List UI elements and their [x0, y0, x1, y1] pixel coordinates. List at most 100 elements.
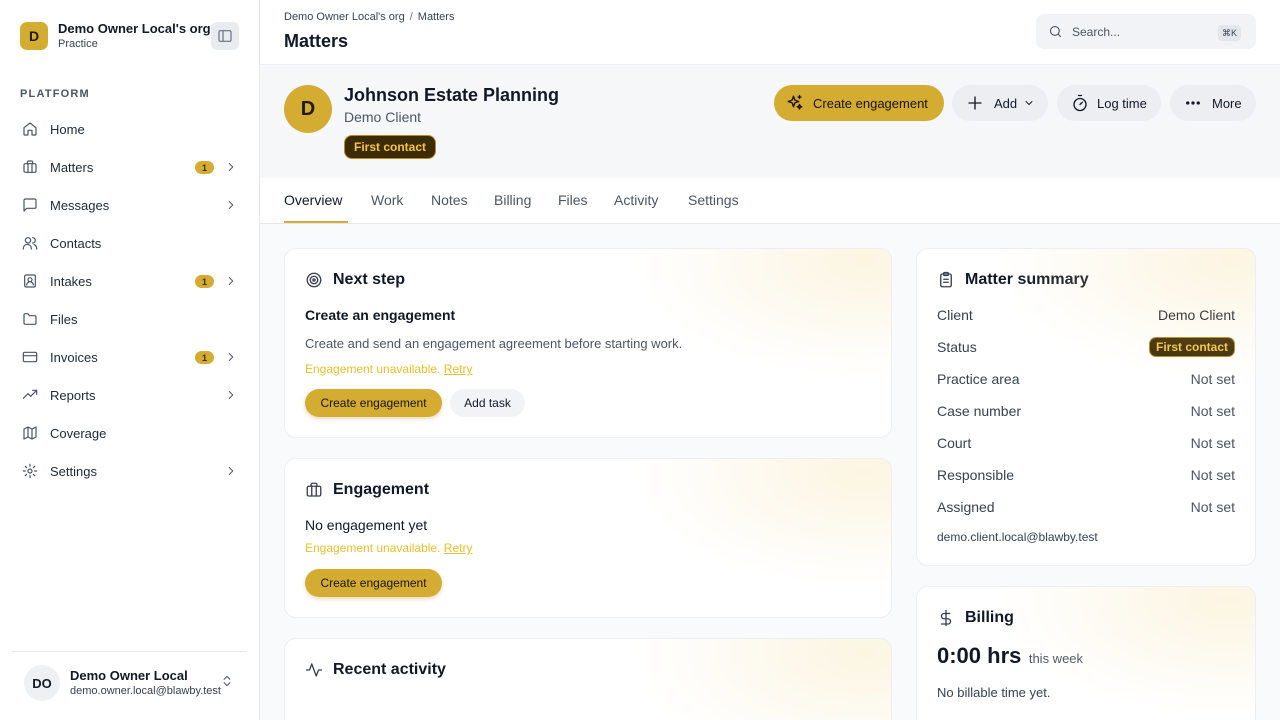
chevron-right-icon [228, 162, 234, 172]
sidebar-expand-toggle[interactable] [224, 464, 238, 478]
org-avatar: D [20, 22, 48, 50]
card-header: Engagement [305, 481, 429, 499]
folder-icon [23, 313, 37, 325]
tab-files[interactable]: Files [558, 192, 588, 208]
create-engagement-button[interactable]: Create engagement [305, 569, 442, 597]
sidebar-item-label: Messages [50, 197, 110, 213]
user-menu[interactable]: DO Demo Owner Local demo.owner.local@bla… [12, 651, 247, 720]
sidebar-item-home[interactable]: Home [12, 110, 248, 148]
sidebar-item-intakes[interactable]: Intakes 1 [12, 262, 248, 300]
sidebar-expand-toggle[interactable] [224, 198, 238, 212]
warning-text: Engagement unavailable. [305, 362, 441, 376]
gear-icon [22, 463, 38, 479]
breadcrumb-matters-link[interactable]: Matters [418, 11, 455, 23]
avatar: DO [24, 665, 60, 701]
billing-empty-state: No billable time yet. [937, 685, 1051, 700]
status-badge: First contact [1148, 337, 1235, 357]
tab-overview[interactable]: Overview [284, 192, 342, 208]
recent-activity-card: Recent activity [284, 638, 892, 720]
sidebar-item-reports[interactable]: Reports [12, 376, 248, 414]
add-button[interactable]: Add [952, 85, 1048, 121]
panel-left-icon [218, 30, 232, 42]
user-email: demo.owner.local@blawby.test [70, 685, 221, 697]
log-time-button[interactable]: Log time [1057, 85, 1161, 121]
more-button[interactable]: More [1170, 85, 1256, 121]
sidebar-expand-toggle[interactable] [224, 388, 238, 402]
summary-value: Not set [1190, 499, 1235, 515]
keyboard-shortcut-hint: ⌘K [1218, 25, 1242, 41]
tab-activity[interactable]: Activity [614, 192, 658, 208]
matter-tabs: Overview Work Notes Billing Files Activi… [260, 178, 1280, 224]
summary-row-status: Status First contact [937, 337, 1235, 359]
search-box[interactable]: ⌘K [1036, 14, 1256, 49]
summary-value: Not set [1190, 371, 1235, 387]
create-engagement-label: Create engagement [813, 95, 928, 111]
sidebar-item-messages[interactable]: Messages [12, 186, 248, 224]
timer-icon [1073, 94, 1087, 112]
search-input[interactable] [1072, 22, 1202, 42]
card-header: Matter summary [937, 271, 1089, 289]
breadcrumb-org-link[interactable]: Demo Owner Local's org [284, 11, 405, 23]
next-step-description: Create and send an engagement agreement … [305, 336, 683, 351]
warning-message: Engagement unavailable. Retry [305, 362, 472, 376]
engagement-card: Engagement No engagement yet Engagement … [284, 458, 892, 618]
sidebar-item-label: Home [50, 121, 85, 137]
org-name: Demo Owner Local's org [58, 21, 211, 36]
sidebar-item-coverage[interactable]: Coverage [12, 414, 248, 452]
activity-icon [305, 663, 323, 677]
map-icon [23, 426, 37, 440]
chevron-right-icon [228, 352, 234, 362]
sidebar-expand-toggle[interactable] [224, 350, 238, 364]
sidebar-item-settings[interactable]: Settings [12, 452, 248, 490]
tab-work[interactable]: Work [371, 192, 403, 208]
summary-row-assigned: Assigned Not set [937, 499, 1235, 519]
breadcrumb: Demo Owner Local's org / Matters [284, 11, 454, 23]
sidebar-item-label: Invoices [50, 349, 98, 365]
billing-period: this week [1028, 651, 1084, 666]
card-header: Recent activity [305, 661, 446, 679]
matter-summary-card: Matter summary Client Demo Client Status… [916, 248, 1256, 566]
home-icon [23, 122, 37, 136]
summary-label: Court [937, 435, 972, 451]
breadcrumb-separator: / [409, 11, 413, 23]
create-engagement-button[interactable]: Create engagement [305, 389, 442, 417]
sidebar-item-label: Intakes [50, 273, 92, 289]
tab-notes[interactable]: Notes [431, 192, 468, 208]
add-task-button[interactable]: Add task [450, 389, 525, 417]
chevron-right-icon [228, 200, 234, 210]
summary-value[interactable]: Demo Client [1158, 307, 1235, 323]
create-engagement-button[interactable]: Create engagement [774, 85, 944, 121]
client-email[interactable]: demo.client.local@blawby.test [937, 530, 1098, 544]
card-title: Billing [965, 609, 1014, 626]
briefcase-icon [306, 482, 322, 497]
billing-hours: 0:00 hrs [937, 643, 1022, 668]
sidebar-item-contacts[interactable]: Contacts [12, 224, 248, 262]
matter-client[interactable]: Demo Client [344, 109, 421, 125]
summary-row-court: Court Not set [937, 435, 1235, 455]
tab-settings[interactable]: Settings [688, 192, 739, 208]
briefcase-icon [23, 160, 37, 173]
more-label: More [1212, 95, 1242, 111]
top-bar: Demo Owner Local's org / Matters Matters ⌘… [260, 0, 1280, 65]
org-switcher[interactable]: D Demo Owner Local's org Practice [20, 21, 240, 51]
card-header: Next step [305, 271, 405, 289]
org-subtitle: Practice [58, 38, 98, 50]
tab-billing[interactable]: Billing [494, 192, 531, 208]
log-time-label: Log time [1097, 95, 1147, 111]
sidebar-expand-toggle[interactable] [224, 274, 238, 288]
target-icon [306, 272, 322, 288]
summary-value: Not set [1190, 467, 1235, 483]
sidebar-item-files[interactable]: Files [12, 300, 248, 338]
sidebar-toggle-button[interactable] [211, 22, 239, 50]
chevron-down-icon [1023, 97, 1035, 109]
chevron-right-icon [228, 276, 234, 286]
card-title: Recent activity [333, 661, 446, 678]
card-title: Next step [333, 271, 406, 288]
sidebar-item-invoices[interactable]: Invoices 1 [12, 338, 248, 376]
next-step-heading: Create an engagement [305, 307, 456, 323]
retry-link[interactable]: Retry [444, 541, 473, 555]
sidebar-item-matters[interactable]: Matters 1 [12, 148, 248, 186]
sidebar-expand-toggle[interactable] [224, 160, 238, 174]
retry-link[interactable]: Retry [444, 362, 473, 376]
warning-text: Engagement unavailable. [305, 541, 441, 555]
